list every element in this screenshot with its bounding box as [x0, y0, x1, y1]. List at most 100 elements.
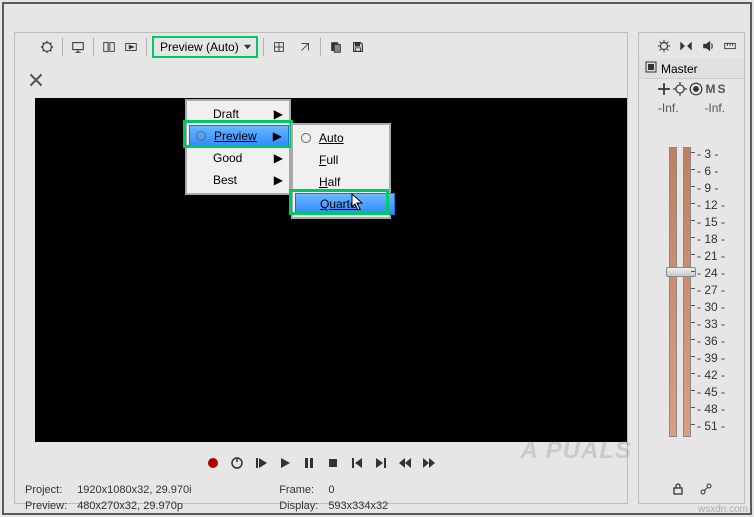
chevron-down-icon: [243, 40, 252, 54]
scale-tick: - 6 -: [697, 164, 727, 178]
copy-snapshot-icon[interactable]: [326, 37, 346, 57]
video-fx-icon[interactable]: [121, 37, 141, 57]
resolution-item-full[interactable]: Full: [295, 149, 395, 171]
level-right: -Inf.: [704, 101, 725, 115]
go-start-button[interactable]: [348, 454, 366, 472]
frame-value: 0: [328, 483, 396, 497]
split-screen-icon[interactable]: [99, 37, 119, 57]
mixer-panel: Master M S -Inf. -Inf. - 3 -- 6 -- 9 -- …: [638, 32, 745, 504]
scale-tick: - 3 -: [697, 147, 727, 161]
master-label: Master: [661, 62, 698, 76]
display-value: 593x334x32: [328, 499, 396, 513]
preview-value: 480x270x32, 29.970p: [77, 499, 277, 513]
dim-icon[interactable]: [698, 36, 718, 56]
go-end-button[interactable]: [372, 454, 390, 472]
scale-tick: - 24 -: [697, 266, 727, 280]
mixer-buttons-row: M S: [639, 79, 744, 99]
quality-menu-item-best[interactable]: Best ▶: [189, 169, 289, 191]
scale-tick: - 30 -: [697, 300, 727, 314]
radio-icon: [301, 133, 311, 143]
insert-fx-icon[interactable]: [657, 82, 671, 96]
scale-tick: - 9 -: [697, 181, 727, 195]
menu-item-label: Full: [319, 153, 338, 167]
scale-tick: - 33 -: [697, 317, 727, 331]
properties-icon[interactable]: [37, 37, 57, 57]
scale-tick: - 36 -: [697, 334, 727, 348]
attribution: wsxdn.com: [698, 504, 748, 515]
level-readout: -Inf. -Inf.: [639, 99, 744, 115]
quality-menu: Draft ▶ Preview ▶ Good ▶ Best ▶: [185, 99, 291, 195]
display-label: Display:: [279, 499, 326, 513]
menu-item-label: Best: [213, 173, 237, 187]
scale-tick: - 39 -: [697, 351, 727, 365]
resolution-submenu: Auto Full Half Quarter: [291, 123, 391, 219]
menu-item-label: Auto: [319, 131, 344, 145]
scale-icon[interactable]: [295, 37, 315, 57]
status-bar: Project: 1920x1080x32, 29.970i Frame: 0 …: [23, 481, 623, 511]
mute-button[interactable]: M: [705, 82, 715, 96]
menu-item-label: Quarter: [320, 197, 361, 211]
play-start-button[interactable]: [252, 454, 270, 472]
level-left: -Inf.: [658, 101, 679, 115]
preview-quality-label: Preview (Auto): [160, 40, 239, 54]
scale-tick: - 18 -: [697, 232, 727, 246]
mixer-bottom-row: [639, 479, 744, 499]
lock-icon[interactable]: [668, 479, 688, 499]
scale-tick: - 42 -: [697, 368, 727, 382]
preview-label: Preview:: [25, 499, 75, 513]
ruler-icon[interactable]: [720, 36, 740, 56]
submenu-arrow-icon: ▶: [274, 107, 283, 121]
bus-settings-icon[interactable]: [673, 82, 687, 96]
meter-right: [683, 147, 691, 437]
quality-menu-item-draft[interactable]: Draft ▶: [189, 103, 289, 125]
prev-frame-button[interactable]: [396, 454, 414, 472]
overlays-icon[interactable]: [269, 37, 289, 57]
project-value: 1920x1080x32, 29.970i: [77, 483, 277, 497]
solo-button[interactable]: S: [717, 82, 725, 96]
preview-panel: Preview (Auto) Draft ▶ Preview ▶: [14, 32, 628, 504]
master-header: Master: [639, 59, 744, 79]
frame-label: Frame:: [279, 483, 326, 497]
quality-menu-item-good[interactable]: Good ▶: [189, 147, 289, 169]
downmix-icon[interactable]: [676, 36, 696, 56]
scale-tick: - 12 -: [697, 198, 727, 212]
scale-tick: - 48 -: [697, 402, 727, 416]
meter-left: [669, 147, 677, 437]
menu-item-label: Draft: [213, 107, 239, 121]
submenu-arrow-icon: ▶: [274, 173, 283, 187]
submenu-arrow-icon: ▶: [273, 129, 282, 143]
resolution-item-half[interactable]: Half: [295, 171, 395, 193]
scale-tick: - 45 -: [697, 385, 727, 399]
app-frame: Preview (Auto) Draft ▶ Preview ▶: [2, 2, 752, 515]
menu-item-label: Preview: [214, 129, 257, 143]
automation-icon[interactable]: [696, 479, 716, 499]
pause-button[interactable]: [300, 454, 318, 472]
quality-menu-item-preview[interactable]: Preview ▶: [189, 125, 289, 147]
project-label: Project:: [25, 483, 75, 497]
next-frame-button[interactable]: [420, 454, 438, 472]
record-button[interactable]: [204, 454, 222, 472]
mixer-settings-icon[interactable]: [654, 36, 674, 56]
scale-tick: - 15 -: [697, 215, 727, 229]
preview-quality-dropdown[interactable]: Preview (Auto): [152, 36, 258, 58]
scale-tick: - 27 -: [697, 283, 727, 297]
resolution-item-quarter[interactable]: Quarter: [295, 193, 395, 215]
meter-area: - 3 - - 6 - - 9 - - 12 - - 15 - - 18 - - 21 - -…: [657, 147, 737, 437]
output-icon[interactable]: [689, 82, 703, 96]
menu-item-label: Half: [319, 175, 340, 189]
external-monitor-icon[interactable]: [68, 37, 88, 57]
master-bus-icon: [645, 61, 657, 76]
submenu-arrow-icon: ▶: [274, 151, 283, 165]
stop-button[interactable]: [324, 454, 342, 472]
mixer-toolbar: [639, 33, 744, 59]
radio-icon: [196, 131, 206, 141]
scale-tick: - 51 -: [697, 419, 727, 433]
scale-tick: - 21 -: [697, 249, 727, 263]
play-button[interactable]: [276, 454, 294, 472]
fader-handle[interactable]: [666, 267, 696, 277]
save-snapshot-icon[interactable]: [348, 37, 368, 57]
preview-toolbar: Preview (Auto): [15, 33, 627, 61]
loop-button[interactable]: [228, 454, 246, 472]
close-icon[interactable]: [29, 73, 43, 87]
resolution-item-auto[interactable]: Auto: [295, 127, 395, 149]
